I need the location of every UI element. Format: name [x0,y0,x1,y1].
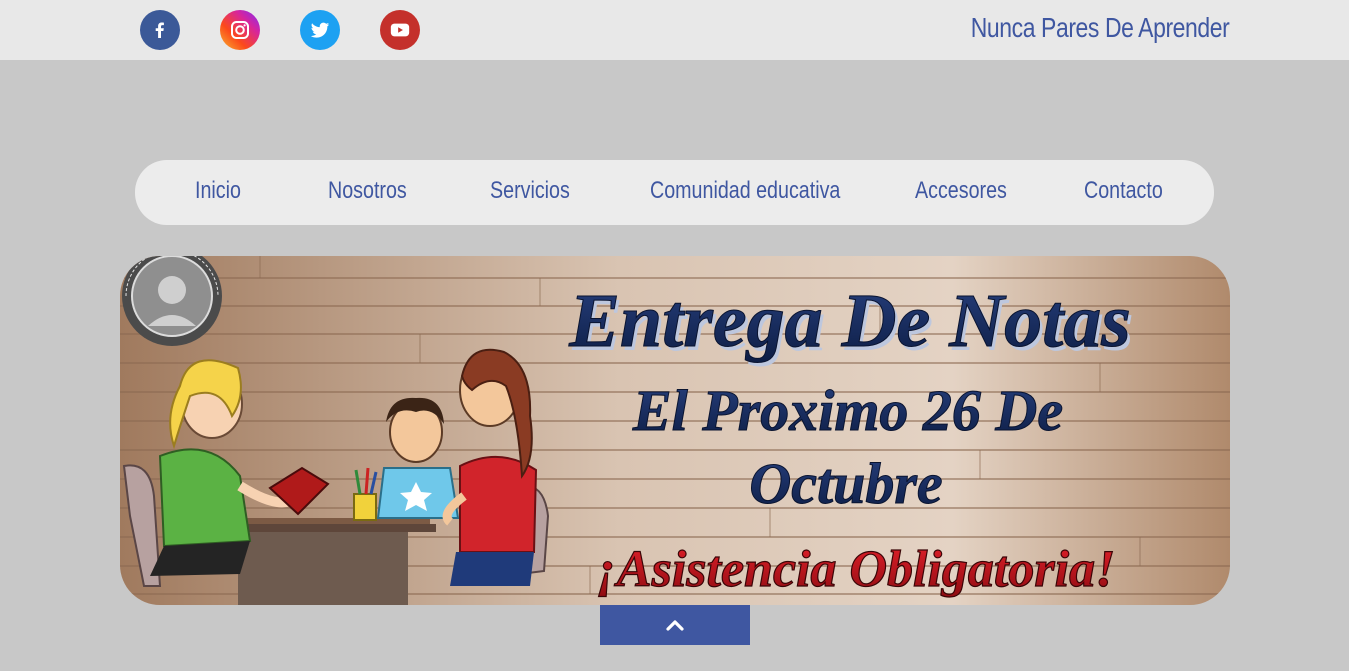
top-bar: Nunca Pares De Aprender [0,0,1349,60]
banner-title: Entrega De Notas [568,279,1131,363]
banner-date-line-2: Octubre [749,451,942,516]
nav-item-accesores[interactable]: Accesores [915,177,1007,205]
announcement-banner: Entrega De Notas Entrega De Notas El Pro… [120,256,1230,605]
facebook-icon [155,22,164,38]
youtube-link[interactable] [380,10,420,50]
twitter-icon [310,22,330,38]
instagram-icon [231,21,249,39]
facebook-link[interactable] [140,10,180,50]
woman-right-illustration [442,348,538,586]
nav-item-inicio[interactable]: Inicio [195,177,241,205]
nav-item-nosotros[interactable]: Nosotros [328,177,407,205]
twitter-link[interactable] [300,10,340,50]
chevron-up-icon [666,620,684,631]
site-tagline: Nunca Pares De Aprender [970,12,1229,43]
youtube-icon [390,23,410,37]
scroll-to-top-button[interactable] [600,605,750,645]
main-navigation: Inicio Nosotros Servicios Comunidad educ… [135,160,1214,225]
nav-item-contacto[interactable]: Contacto [1084,177,1163,205]
nav-item-servicios[interactable]: Servicios [490,177,570,205]
banner-notice: ¡Asistencia Obligatoria! [597,541,1116,598]
instagram-link[interactable] [220,10,260,50]
banner-date-line-1: El Proximo 26 De [632,378,1063,443]
banner-illustration: Entrega De Notas Entrega De Notas El Pro… [120,256,1230,605]
nav-item-comunidad-educativa[interactable]: Comunidad educativa [650,177,840,205]
